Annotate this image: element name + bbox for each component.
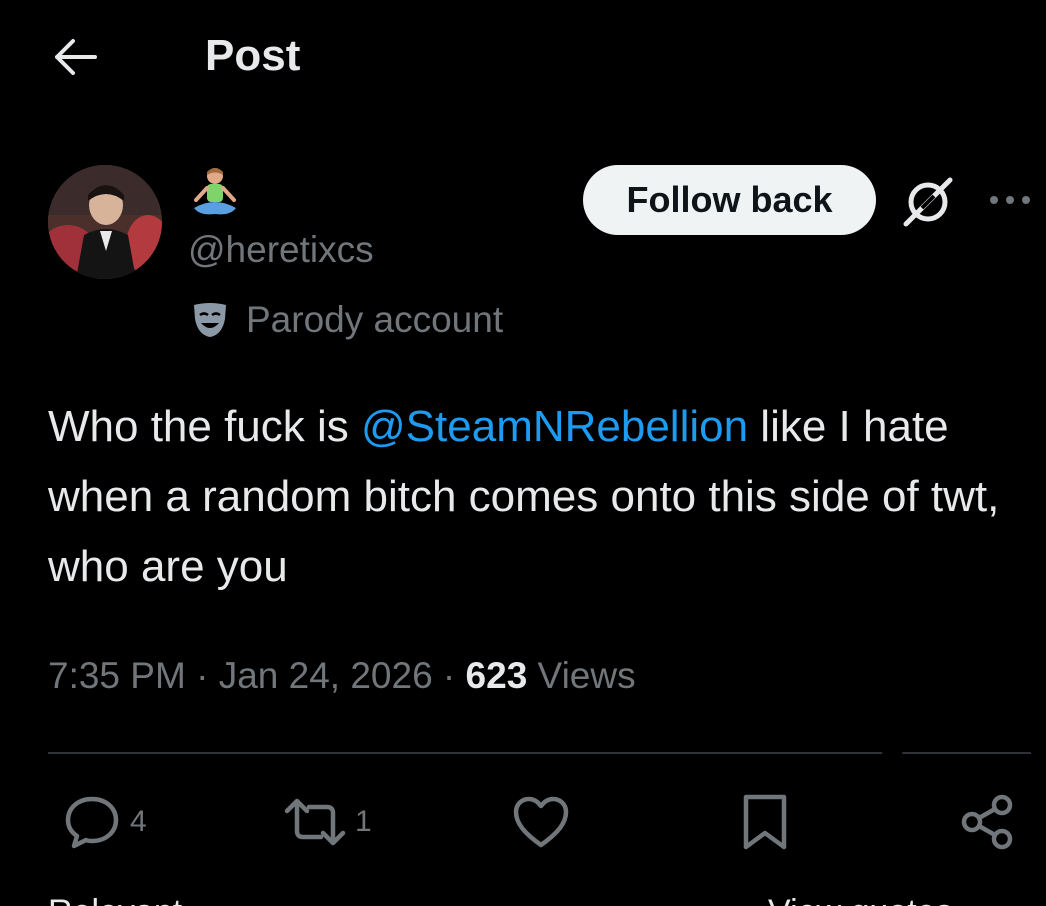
views-label: Views — [527, 655, 636, 696]
reply-count: 4 — [130, 805, 147, 838]
tweet-date[interactable]: Jan 24, 2026 — [219, 655, 433, 696]
bottom-cut-row: Relevant View quotes — [0, 886, 1046, 906]
page-title: Post — [205, 31, 301, 80]
parody-label-text: Parody account — [246, 299, 504, 340]
repost-count: 1 — [355, 805, 372, 838]
meta-separator: · — [185, 655, 219, 696]
reply-button[interactable]: 4 — [62, 790, 147, 854]
view-quotes-link[interactable]: View quotes — [768, 892, 953, 906]
more-options-button[interactable] — [980, 180, 1040, 220]
repost-icon — [284, 798, 346, 846]
tweet-meta: 7:35 PM · Jan 24, 2026 · 623 Views — [48, 652, 636, 700]
bookmark-icon — [743, 794, 787, 850]
display-name-emoji — [190, 166, 240, 220]
follow-back-button[interactable]: Follow back — [583, 165, 876, 235]
more-dots-icon — [990, 196, 1030, 204]
tweet-text: Who the fuck is @SteamNRebellion like I … — [48, 392, 1008, 602]
repost-button[interactable]: 1 — [283, 790, 372, 854]
meditation-emoji-icon — [194, 168, 236, 215]
meta-separator: · — [432, 655, 466, 696]
relevant-tab[interactable]: Relevant — [48, 892, 182, 906]
tweet-time[interactable]: 7:35 PM — [48, 655, 186, 696]
heart-icon — [513, 796, 569, 848]
reply-icon — [65, 796, 119, 849]
like-button[interactable] — [512, 790, 570, 854]
grok-button[interactable] — [896, 170, 960, 234]
tweet-text-before: Who the fuck is — [48, 402, 362, 451]
views-count[interactable]: 623 — [466, 655, 528, 696]
avatar[interactable] — [48, 165, 162, 279]
share-button[interactable] — [960, 790, 1016, 854]
author-handle[interactable]: @heretixcs — [188, 226, 374, 274]
avatar-photo — [48, 165, 162, 279]
grok-icon — [903, 177, 953, 227]
bookmark-button[interactable] — [740, 790, 790, 854]
mention-link[interactable]: @SteamNRebellion — [361, 402, 748, 451]
parody-label: Parody account — [190, 296, 503, 344]
mask-icon — [194, 303, 226, 337]
back-button[interactable] — [44, 30, 104, 84]
arrow-left-icon — [55, 39, 97, 75]
share-icon — [961, 794, 1013, 850]
